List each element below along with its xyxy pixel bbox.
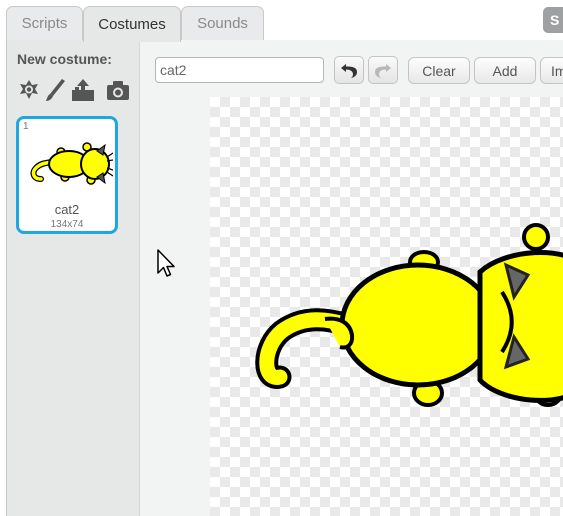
costume-name: cat2 [54, 202, 80, 217]
undo-button[interactable] [334, 56, 364, 84]
clear-button[interactable]: Clear [408, 57, 470, 84]
mouse-pointer-icon [157, 249, 175, 277]
tab-bar: Scripts Costumes Sounds S [0, 0, 563, 42]
undo-icon [341, 64, 357, 78]
tab-sounds[interactable]: Sounds [181, 6, 264, 40]
paint-editor: Clear Add Im [139, 40, 563, 516]
drawing-canvas[interactable] [210, 97, 563, 516]
costume-thumbnail[interactable]: 1 cat2 134x74 [16, 116, 118, 234]
import-button[interactable]: Im [540, 57, 563, 84]
costume-list-pane: New costume: 1 cat2 134x74 [6, 40, 139, 516]
costume-size: 134x74 [50, 219, 84, 230]
cat-sprite-image [255, 223, 563, 407]
redo-button[interactable] [368, 56, 398, 84]
paint-new-costume-icon[interactable] [44, 77, 68, 103]
redo-icon [375, 64, 391, 78]
cat-costume-icon [30, 142, 113, 185]
costume-name-input[interactable] [155, 57, 324, 83]
tab-costumes[interactable]: Costumes [83, 6, 181, 42]
share-button[interactable]: S [543, 7, 563, 33]
add-button[interactable]: Add [474, 57, 536, 84]
upload-costume-icon[interactable] [71, 77, 95, 103]
camera-icon[interactable] [106, 77, 130, 103]
costume-number: 1 [23, 121, 29, 132]
new-costume-label: New costume: [17, 51, 112, 67]
tab-scripts[interactable]: Scripts [6, 6, 83, 40]
choose-costume-from-library-icon[interactable] [17, 77, 41, 103]
